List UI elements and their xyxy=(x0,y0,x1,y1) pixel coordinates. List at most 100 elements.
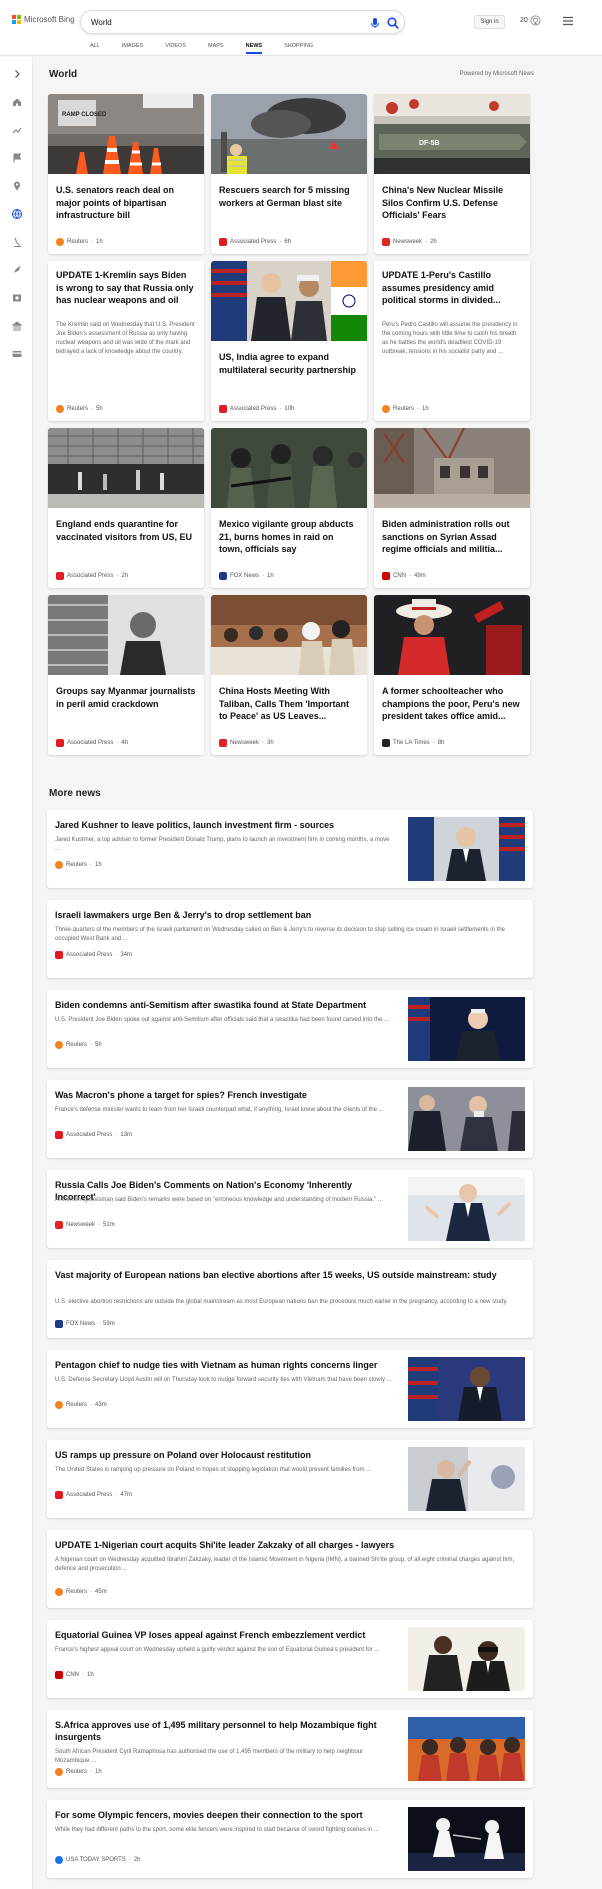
news-card[interactable]: England ends quarantine for vaccinated v… xyxy=(48,428,204,588)
more-news-title[interactable]: Pentagon chief to nudge ties with Vietna… xyxy=(55,1359,395,1371)
news-card[interactable]: DF-5B China's New Nuclear Missile Silos … xyxy=(374,94,530,254)
more-news-title[interactable]: Biden condemns anti-Semitism after swast… xyxy=(55,999,395,1011)
more-news-title[interactable]: Was Macron's phone a target for spies? F… xyxy=(55,1089,395,1101)
news-card[interactable]: UPDATE 1-Peru's Castillo assumes preside… xyxy=(374,261,530,421)
news-card-title[interactable]: Rescuers search for 5 missing workers at… xyxy=(219,184,359,209)
more-news-item[interactable]: UPDATE 1-Nigerian court acquits Shi'ite … xyxy=(47,1530,533,1608)
more-news-item[interactable]: Russia Calls Joe Biden's Comments on Nat… xyxy=(47,1170,533,1248)
separator: · xyxy=(115,1132,118,1138)
tab-all[interactable]: ALL xyxy=(90,42,100,50)
rewards-button[interactable]: 20 xyxy=(520,15,541,26)
more-news-title[interactable]: Vast majority of European nations ban el… xyxy=(55,1269,525,1281)
sidebar-item-world[interactable] xyxy=(10,207,23,220)
search-input[interactable] xyxy=(91,15,351,30)
news-card-title[interactable]: U.S. senators reach deal on major points… xyxy=(56,184,196,222)
more-news-item[interactable]: Equatorial Guinea VP loses appeal agains… xyxy=(47,1620,533,1698)
news-card-title[interactable]: China's New Nuclear Missile Silos Confir… xyxy=(382,184,522,222)
more-news-item[interactable]: Israeli lawmakers urge Ben & Jerry's to … xyxy=(47,900,533,978)
sign-in-button[interactable]: Sign in xyxy=(474,15,505,29)
expand-sidebar-button[interactable] xyxy=(10,67,23,80)
separator: · xyxy=(82,1672,84,1678)
more-news-item[interactable]: Was Macron's phone a target for spies? F… xyxy=(47,1080,533,1158)
rocket-icon xyxy=(13,265,20,273)
more-news-item[interactable]: US ramps up pressure on Poland over Holo… xyxy=(47,1440,533,1518)
news-card-title[interactable]: England ends quarantine for vaccinated v… xyxy=(56,518,196,543)
more-news-source: Associated Press · 47m xyxy=(55,1491,132,1499)
tab-shopping[interactable]: SHOPPING xyxy=(284,42,313,50)
news-card[interactable]: RAMP CLOSED U.S. senators reach deal on … xyxy=(48,94,204,254)
more-news-title[interactable]: Jared Kushner to leave politics, launch … xyxy=(55,819,395,831)
sidebar-item-trending[interactable] xyxy=(10,123,23,136)
news-card-image xyxy=(211,261,367,341)
bing-logo[interactable]: Microsoft Bing xyxy=(12,15,75,24)
news-card[interactable]: Rescuers search for 5 missing workers at… xyxy=(211,94,367,254)
sidebar-item-politics[interactable] xyxy=(10,319,23,332)
source-name: Associated Press xyxy=(67,740,114,746)
time-ago: 43m xyxy=(95,1402,107,1408)
news-card-source: Newsweek · 3h xyxy=(219,739,274,747)
more-news-title[interactable]: For some Olympic fencers, movies deepen … xyxy=(55,1809,395,1821)
more-news-title[interactable]: Equatorial Guinea VP loses appeal agains… xyxy=(55,1629,395,1641)
news-card[interactable]: UPDATE 1-Kremlin says Biden is wrong to … xyxy=(48,261,204,421)
tab-maps[interactable]: MAPS xyxy=(208,42,224,50)
ap-logo-icon xyxy=(219,405,227,413)
more-news-description: Jared Kushner, a top adviser to former P… xyxy=(55,837,390,852)
news-card-title[interactable]: China Hosts Meeting With Taliban, Calls … xyxy=(219,685,359,723)
more-news-item[interactable]: For some Olympic fencers, movies deepen … xyxy=(47,1800,533,1878)
more-news-title[interactable]: US ramps up pressure on Poland over Holo… xyxy=(55,1449,395,1461)
more-news-title[interactable]: UPDATE 1-Nigerian court acquits Shi'ite … xyxy=(55,1539,525,1551)
source-name: Reuters xyxy=(66,862,88,868)
reuters-logo-icon xyxy=(56,238,64,246)
more-news-item[interactable]: Biden condemns anti-Semitism after swast… xyxy=(47,990,533,1068)
more-news-item[interactable]: S.Africa approves use of 1,495 military … xyxy=(47,1710,533,1788)
news-card[interactable]: US, India agree to expand multilateral s… xyxy=(211,261,367,421)
sidebar-item-science[interactable] xyxy=(10,235,23,248)
news-card[interactable]: China Hosts Meeting With Taliban, Calls … xyxy=(211,595,367,755)
more-news-item[interactable]: Pentagon chief to nudge ties with Vietna… xyxy=(47,1350,533,1428)
news-card-title[interactable]: A former schoolteacher who champions the… xyxy=(382,685,522,723)
more-news-image xyxy=(408,1087,525,1151)
time-ago: 1h xyxy=(422,406,429,412)
reuters-logo-icon xyxy=(55,1768,63,1776)
time-ago: 8h xyxy=(437,740,445,746)
sidebar-item-local[interactable] xyxy=(10,179,23,192)
sidebar-item-technology[interactable] xyxy=(10,263,23,276)
news-card-description: Peru's Pedro Castillo will assume the pr… xyxy=(382,322,518,355)
news-card[interactable]: Groups say Myanmar journalists in peril … xyxy=(48,595,204,755)
more-news-item[interactable]: Vast majority of European nations ban el… xyxy=(47,1260,533,1338)
more-news-source: Associated Press · 13m xyxy=(55,1131,132,1139)
more-news-image xyxy=(408,1357,525,1421)
news-card-title[interactable]: UPDATE 1-Peru's Castillo assumes preside… xyxy=(382,269,522,307)
ap-logo-icon xyxy=(55,1491,63,1499)
news-card-title[interactable]: UPDATE 1-Kremlin says Biden is wrong to … xyxy=(56,269,196,307)
news-card-image xyxy=(211,595,367,675)
hamburger-menu-icon[interactable] xyxy=(562,16,574,26)
news-card[interactable]: Mexico vigilante group abducts 21, burns… xyxy=(211,428,367,588)
news-card-image xyxy=(374,595,530,675)
sidebar-item-money[interactable] xyxy=(10,347,23,360)
more-news-title[interactable]: Israeli lawmakers urge Ben & Jerry's to … xyxy=(55,909,525,921)
source-name: The LA Times xyxy=(393,740,430,746)
search-icon[interactable] xyxy=(386,16,400,30)
tab-news[interactable]: NEWS xyxy=(245,42,262,54)
more-news-title[interactable]: S.Africa approves use of 1,495 military … xyxy=(55,1719,395,1743)
news-card-title[interactable]: Mexico vigilante group abducts 21, burns… xyxy=(219,518,359,556)
news-card-title[interactable]: US, India agree to expand multilateral s… xyxy=(219,351,359,376)
separator: · xyxy=(90,1042,93,1048)
sidebar-item-entertainment[interactable] xyxy=(10,291,23,304)
microphone-icon[interactable] xyxy=(368,16,382,30)
chevron-right-icon xyxy=(14,69,20,78)
more-news-item[interactable]: Jared Kushner to leave politics, launch … xyxy=(47,810,533,888)
tab-videos[interactable]: VIDEOS xyxy=(165,42,186,50)
news-card[interactable]: A former schoolteacher who champions the… xyxy=(374,595,530,755)
news-card[interactable]: Biden administration rolls out sanctions… xyxy=(374,428,530,588)
sidebar-item-home[interactable] xyxy=(10,95,23,108)
news-card-title[interactable]: Biden administration rolls out sanctions… xyxy=(382,518,522,556)
news-card-title[interactable]: Groups say Myanmar journalists in peril … xyxy=(56,685,196,710)
more-news-description: South African President Cyril Ramaphosa … xyxy=(55,1749,364,1764)
source-name: Associated Press xyxy=(230,239,277,245)
sidebar-item-us[interactable] xyxy=(10,151,23,164)
tab-images[interactable]: IMAGES xyxy=(122,42,143,50)
news-card-source: The LA Times · 8h xyxy=(382,739,444,747)
time-ago: 49m xyxy=(414,573,426,579)
